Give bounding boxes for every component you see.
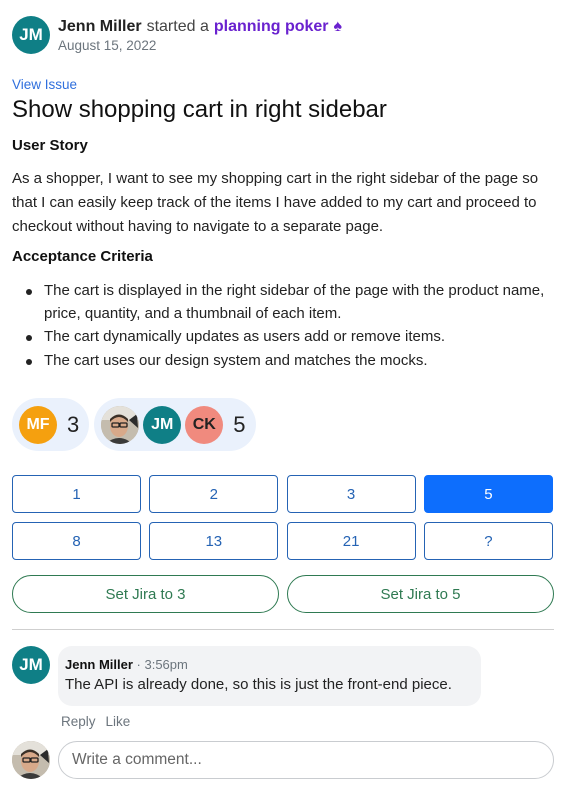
comment-actions: Reply Like: [61, 714, 140, 729]
jira-actions: Set Jira to 3 Set Jira to 5: [12, 575, 554, 613]
divider: [12, 629, 554, 630]
estimate-card-2[interactable]: 2: [149, 475, 279, 513]
criteria-item: The cart is displayed in the right sideb…: [12, 280, 560, 325]
vote-results: MF 3 JM CK 5: [12, 398, 261, 451]
comment-bubble: Jenn Miller · 3:56pm The API is already …: [58, 646, 481, 706]
voter-avatar-mf[interactable]: MF: [19, 405, 57, 444]
post-action-text: started a: [146, 18, 209, 35]
criteria-item: The cart uses our design system and matc…: [12, 350, 560, 373]
set-jira-3-button[interactable]: Set Jira to 3: [12, 575, 279, 613]
post-meta-line: Jenn Miller started a planning poker ♠: [58, 16, 342, 38]
user-story-heading: User Story: [12, 137, 88, 154]
current-user-avatar: [12, 741, 50, 779]
estimate-cards: 1 2 3 5 8 13 21 ?: [12, 475, 554, 560]
comment-time: · 3:56pm: [132, 657, 188, 672]
comment-author[interactable]: Jenn Miller: [65, 657, 133, 672]
estimate-card-unknown[interactable]: ?: [423, 522, 553, 560]
author-avatar[interactable]: JM: [12, 16, 50, 54]
voter-avatar-jm[interactable]: JM: [143, 405, 182, 444]
spade-icon: ♠: [333, 18, 343, 35]
planning-poker-link[interactable]: planning poker: [214, 16, 329, 38]
comment-text: The API is already done, so this is just…: [65, 676, 452, 693]
voter-avatar-photo[interactable]: [101, 405, 140, 444]
acceptance-criteria-heading: Acceptance Criteria: [12, 248, 153, 265]
reply-link[interactable]: Reply: [61, 714, 96, 729]
vote-group-3: MF 3: [12, 398, 90, 451]
post-date: August 15, 2022: [58, 38, 157, 53]
voter-avatar-ck[interactable]: CK: [185, 405, 224, 444]
vote-value: 3: [67, 411, 80, 437]
estimate-card-5[interactable]: 5: [423, 475, 553, 513]
vote-group-5: JM CK 5: [94, 398, 256, 451]
estimate-card-8[interactable]: 8: [12, 522, 141, 560]
view-issue-link[interactable]: View Issue: [12, 77, 77, 92]
comment-author-avatar[interactable]: JM: [12, 646, 50, 684]
estimate-card-3[interactable]: 3: [286, 475, 416, 513]
criteria-item: The cart dynamically updates as users ad…: [12, 326, 560, 349]
set-jira-5-button[interactable]: Set Jira to 5: [287, 575, 554, 613]
like-link[interactable]: Like: [106, 714, 131, 729]
estimate-card-13[interactable]: 13: [149, 522, 279, 560]
post-header: JM Jenn Miller started a planning poker …: [12, 16, 342, 54]
vote-value: 5: [233, 411, 246, 437]
acceptance-criteria-list: The cart is displayed in the right sideb…: [12, 280, 560, 373]
comment-header: Jenn Miller · 3:56pm: [65, 656, 474, 673]
post-meta: Jenn Miller started a planning poker ♠ A…: [58, 16, 342, 54]
user-story-text: As a shopper, I want to see my shopping …: [12, 170, 539, 235]
author-name[interactable]: Jenn Miller: [58, 16, 142, 38]
estimate-card-1[interactable]: 1: [12, 475, 141, 513]
estimate-card-21[interactable]: 21: [286, 522, 416, 560]
issue-title: Show shopping cart in right sidebar: [12, 96, 387, 123]
comment-input[interactable]: [58, 741, 554, 779]
